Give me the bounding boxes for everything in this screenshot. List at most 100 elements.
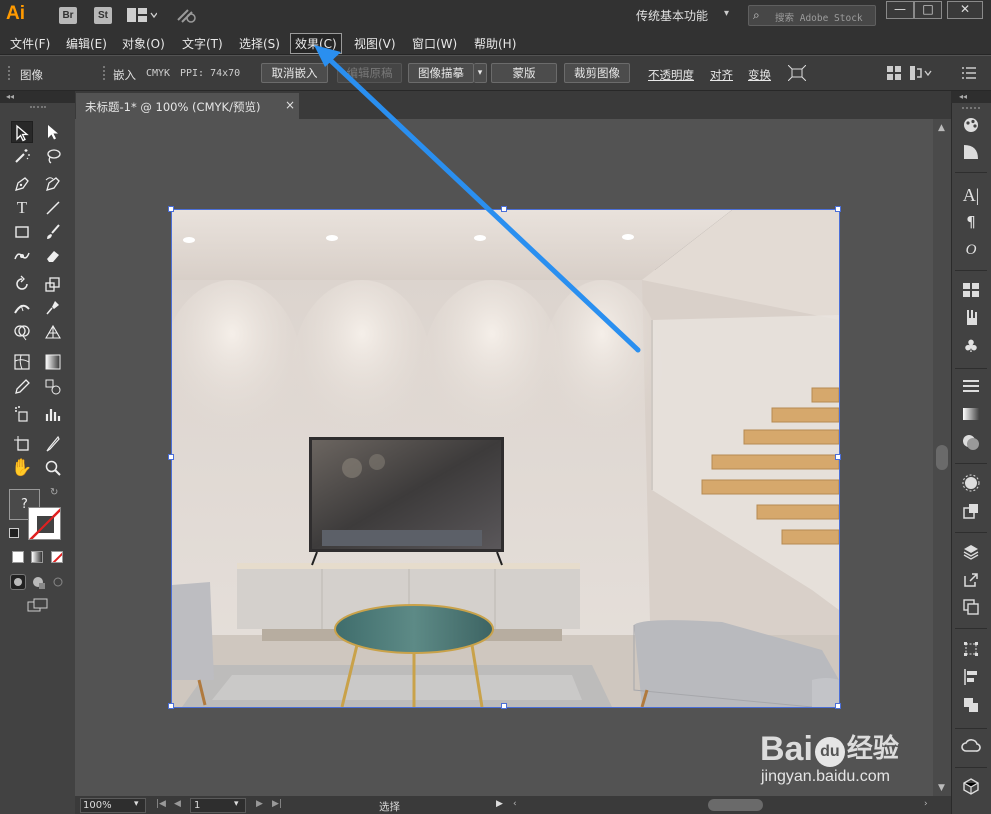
align-panel-icon[interactable] [960, 668, 982, 690]
document-setup-icon[interactable] [910, 66, 932, 80]
eraser-tool-icon[interactable] [42, 245, 64, 267]
stock-button[interactable]: St [94, 7, 112, 24]
pen-tool-icon[interactable] [11, 173, 33, 195]
menu-effect[interactable]: 效果(C) [290, 33, 342, 54]
character-panel-icon[interactable]: A| [960, 184, 982, 206]
last-artboard-icon[interactable]: ▶| [272, 799, 282, 809]
lasso-tool-icon[interactable] [42, 145, 64, 167]
perspective-grid-tool-icon[interactable] [42, 321, 64, 343]
menu-edit[interactable]: 编辑(E) [66, 35, 107, 52]
status-menu-icon[interactable]: ▶ [496, 799, 503, 809]
document-tab[interactable]: 未标题-1* @ 100% (CMYK/预览) × [76, 93, 299, 119]
gradient-tool-icon[interactable] [42, 351, 64, 373]
adobe-stock-search[interactable]: ⌕ 搜索 Adobe Stock [748, 5, 876, 26]
opentype-panel-icon[interactable]: O [960, 239, 982, 261]
transform-link[interactable]: 变换 [748, 67, 771, 83]
creative-cloud-libraries-icon[interactable] [960, 738, 982, 760]
rotate-tool-icon[interactable] [11, 273, 33, 295]
artboard-tool-icon[interactable] [11, 433, 33, 455]
stroke-panel-icon[interactable] [960, 377, 982, 399]
draw-behind-icon[interactable] [30, 574, 46, 590]
zoom-dropdown-icon[interactable]: ▾ [134, 799, 139, 809]
width-tool-icon[interactable] [11, 297, 33, 319]
current-tool-status[interactable]: 选择 [379, 799, 400, 814]
handle-bottom-right[interactable] [835, 703, 841, 709]
placed-image[interactable] [172, 210, 839, 707]
panel-grip[interactable] [8, 66, 12, 80]
transparency-panel-icon[interactable] [960, 433, 982, 455]
menu-type[interactable]: 文字(T) [182, 35, 223, 52]
shape-builder-tool-icon[interactable] [11, 321, 33, 343]
menu-select[interactable]: 选择(S) [239, 35, 280, 52]
handle-middle-left[interactable] [168, 454, 174, 460]
image-trace-dropdown[interactable]: ▾ [474, 63, 487, 83]
paragraph-panel-icon[interactable]: ¶ [960, 211, 982, 233]
menu-view[interactable]: 视图(V) [354, 35, 396, 52]
crop-image-button[interactable]: 裁剪图像 [564, 63, 630, 83]
panel-menu-icon[interactable] [962, 67, 976, 79]
minimize-button[interactable]: — [886, 1, 914, 19]
gradient-mode-icon[interactable] [31, 551, 43, 563]
symbols-panel-icon[interactable]: ♣ [960, 336, 982, 358]
magic-wand-tool-icon[interactable] [11, 145, 33, 167]
pathfinder-panel-icon[interactable] [960, 696, 982, 718]
asset-export-panel-icon[interactable] [960, 571, 982, 593]
type-tool-icon[interactable]: T [11, 197, 33, 219]
eyedropper-tool-icon[interactable] [11, 376, 33, 398]
rectangle-tool-icon[interactable] [11, 221, 33, 243]
screen-mode-icon[interactable] [27, 598, 49, 614]
collapse-panel-icon[interactable]: ◂◂ [0, 91, 75, 103]
opacity-link[interactable]: 不透明度 [648, 67, 694, 83]
image-trace-button[interactable]: 图像描摹 [408, 63, 474, 83]
handle-middle-right[interactable] [835, 454, 841, 460]
blend-tool-icon[interactable] [42, 376, 64, 398]
menu-window[interactable]: 窗口(W) [412, 35, 457, 52]
default-fill-stroke-icon[interactable] [9, 528, 19, 538]
stroke-swatch[interactable] [28, 507, 61, 540]
artboard-dropdown-icon[interactable]: ▾ [234, 799, 239, 809]
zoom-tool-icon[interactable] [42, 457, 64, 479]
slice-tool-icon[interactable] [42, 433, 64, 455]
transform-panel-icon[interactable] [960, 640, 982, 662]
column-graph-tool-icon[interactable] [42, 403, 64, 425]
bridge-button[interactable]: Br [59, 7, 77, 24]
curvature-tool-icon[interactable] [42, 173, 64, 195]
selection-tool-icon[interactable] [11, 121, 33, 143]
vertical-scroll-thumb[interactable] [936, 445, 948, 470]
scroll-right-icon[interactable]: › [924, 799, 928, 809]
previous-artboard-icon[interactable]: ◀ [174, 799, 181, 809]
align-link[interactable]: 对齐 [710, 67, 733, 83]
mask-button[interactable]: 蒙版 [491, 63, 557, 83]
artboards-panel-icon[interactable] [960, 598, 982, 620]
symbol-sprayer-tool-icon[interactable] [11, 403, 33, 425]
horizontal-scroll-thumb[interactable] [708, 799, 763, 811]
scroll-down-icon[interactable]: ▼ [938, 783, 945, 793]
first-artboard-icon[interactable]: |◀ [156, 799, 166, 809]
close-button[interactable]: ✕ [947, 1, 983, 19]
none-mode-icon[interactable] [51, 551, 63, 563]
menu-file[interactable]: 文件(F) [10, 35, 50, 52]
direct-selection-tool-icon[interactable] [42, 121, 64, 143]
dock-grip[interactable] [962, 107, 980, 111]
graphic-styles-panel-icon[interactable] [960, 502, 982, 524]
tools-grip[interactable] [30, 106, 46, 110]
edit-original-button[interactable]: 编辑原稿 [337, 63, 402, 83]
hand-tool-icon[interactable]: ✋ [11, 457, 33, 479]
handle-top-center[interactable] [501, 206, 507, 212]
chevron-down-icon[interactable]: ▾ [724, 8, 729, 19]
next-artboard-icon[interactable]: ▶ [256, 799, 263, 809]
line-segment-tool-icon[interactable] [42, 197, 64, 219]
workspace-switcher[interactable]: 传统基本功能 [636, 7, 708, 24]
scale-tool-icon[interactable] [42, 273, 64, 295]
3d-materials-panel-icon[interactable] [960, 777, 982, 799]
close-tab-icon[interactable]: × [285, 98, 295, 112]
gpu-performance-icon[interactable] [176, 6, 198, 24]
arrange-panel-icon[interactable] [887, 66, 901, 80]
puppet-warp-tool-icon[interactable] [42, 297, 64, 319]
menu-help[interactable]: 帮助(H) [474, 35, 516, 52]
mesh-tool-icon[interactable] [11, 351, 33, 373]
color-guide-panel-icon[interactable] [960, 143, 982, 165]
isolate-icon[interactable] [787, 64, 807, 82]
handle-top-right[interactable] [835, 206, 841, 212]
gradient-panel-icon[interactable] [960, 405, 982, 427]
